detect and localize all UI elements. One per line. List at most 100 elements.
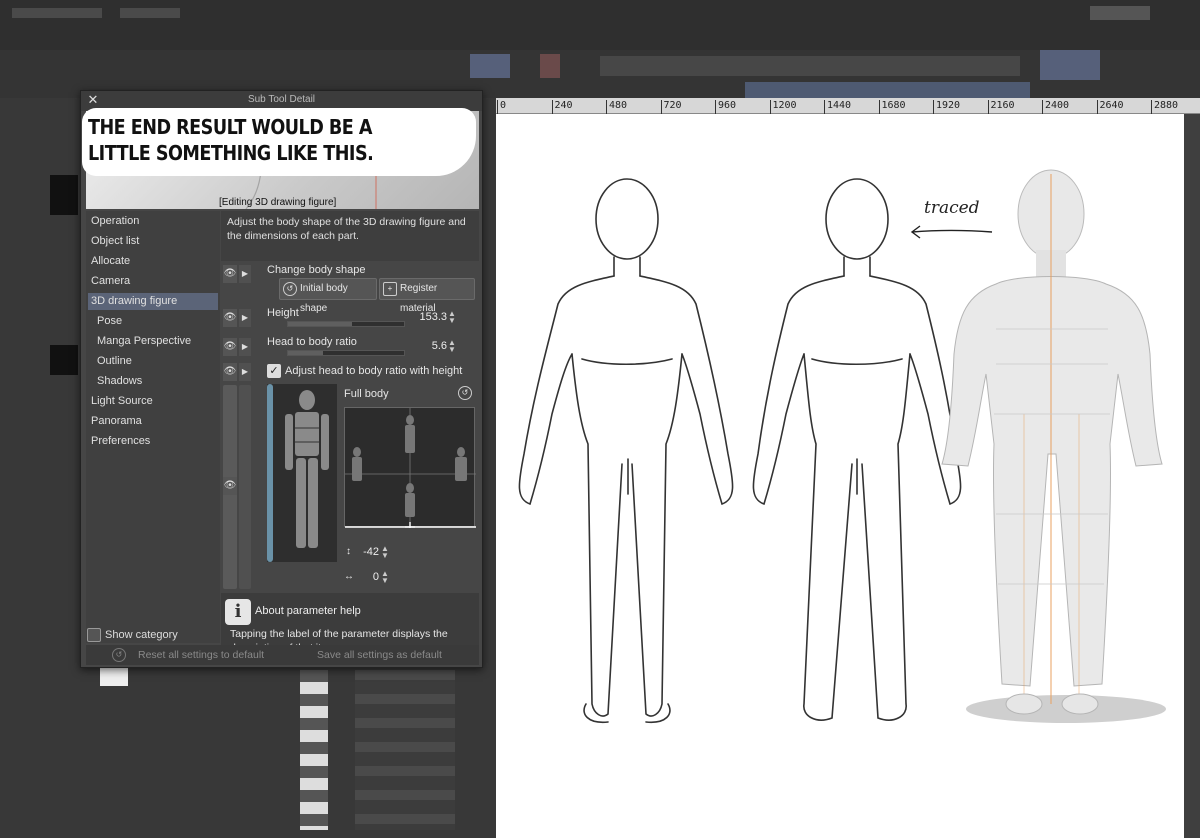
eye-icon[interactable]: 👁 — [223, 477, 237, 495]
layer-list-blur — [355, 670, 455, 830]
eye-icon[interactable]: 👁 — [223, 265, 237, 283]
view-grid[interactable] — [344, 407, 476, 532]
category-item[interactable]: Shadows — [88, 373, 218, 390]
reset-icon: ↺ — [283, 282, 297, 296]
show-category-label: Show category — [105, 629, 178, 641]
category-item[interactable]: Operation — [88, 213, 218, 230]
caption-text: THE END RESULT WOULD BE A LITTLE SOMETHI… — [88, 115, 374, 165]
parameter-help-panel: i About parameter help Tapping the label… — [221, 593, 479, 645]
layer-strip — [239, 385, 251, 589]
traced-annotation: traced — [924, 198, 980, 218]
category-item[interactable]: 3D drawing figure — [88, 293, 218, 310]
layer-thumb-blur — [50, 345, 78, 375]
help-body: Tapping the label of the parameter displ… — [230, 628, 448, 645]
checkbox-icon[interactable] — [87, 628, 101, 643]
ruler-tick: 480 — [606, 100, 627, 114]
initial-body-shape-button[interactable]: ↺ Initial body shape — [279, 278, 377, 314]
menu-bar — [0, 0, 1200, 50]
expand-arrow-icon[interactable]: ▶ — [239, 363, 251, 381]
horizontal-offset-icon: ↔ — [344, 571, 354, 582]
ruler-tick: 240 — [551, 100, 573, 114]
eye-icon[interactable]: 👁 — [223, 363, 237, 381]
help-title: About parameter help — [255, 605, 361, 617]
menu-item-blur — [12, 8, 102, 18]
tab-blur — [745, 82, 1030, 98]
info-icon: i — [225, 599, 251, 625]
category-item[interactable]: Pose — [88, 313, 218, 330]
register-icon: + — [383, 282, 397, 296]
head-ratio-value[interactable]: 5.6 — [411, 340, 447, 352]
vertical-offset-icon: ↕ — [346, 546, 351, 557]
ruler-tick: 2880 — [1151, 100, 1178, 114]
body-part-selector[interactable] — [267, 384, 337, 562]
drawing-canvas[interactable]: traced — [496, 114, 1184, 838]
expand-arrow-icon[interactable]: ▶ — [239, 309, 251, 327]
vertical-offset-value[interactable]: -42 — [357, 546, 379, 558]
save-settings-button[interactable]: Save all settings as default — [317, 645, 442, 665]
category-item[interactable]: Panorama — [88, 413, 218, 430]
eye-icon[interactable]: 👁 — [223, 309, 237, 327]
expand-arrow-icon[interactable]: ▶ — [239, 265, 251, 283]
ruler-tick: 960 — [715, 100, 736, 114]
sketch-figure-middle — [752, 178, 962, 721]
menu-item-blur — [120, 8, 180, 18]
adjust-ratio-label: Adjust head to body ratio with height — [285, 365, 463, 377]
change-body-shape-label: Change body shape — [267, 264, 366, 276]
show-category-toggle[interactable]: Show category — [87, 627, 178, 643]
category-item[interactable]: Manga Perspective — [88, 333, 218, 350]
toolbar-icon-blur — [540, 54, 560, 78]
height-slider[interactable] — [287, 321, 405, 327]
full-body-label: Full body — [344, 388, 389, 400]
ruler-tick: 2640 — [1096, 100, 1124, 114]
canvas-scrollbar[interactable] — [1184, 114, 1200, 838]
category-item[interactable]: Preferences — [88, 433, 218, 450]
ruler-tick: 0 — [497, 100, 506, 114]
dialog-footer: ↺ Reset all settings to default Save all… — [86, 645, 479, 665]
ruler-tick: 1200 — [769, 100, 797, 114]
eye-icon[interactable]: 👁 — [223, 338, 237, 356]
figure-scroll-bar[interactable] — [267, 384, 273, 562]
vertical-offset-spinner[interactable]: ▲ ▼ — [380, 545, 390, 560]
close-icon[interactable]: ✕ — [85, 91, 101, 109]
ruler-tick: 2400 — [1042, 100, 1069, 114]
category-item[interactable]: Camera — [88, 273, 218, 290]
3d-figure-render — [941, 169, 1166, 723]
height-spinner[interactable]: ▲ ▼ — [447, 310, 457, 325]
ruler-tick: 1920 — [933, 100, 960, 114]
head-ratio-label[interactable]: Head to body ratio — [267, 336, 357, 348]
category-list: Operation Object list Allocate Camera 3D dra… — [86, 211, 220, 643]
horizontal-ruler: 0 240 480 720 960 1200 1440 1680 1920 2160 2400 264… — [496, 98, 1200, 114]
register-material-button[interactable]: + Register material — [379, 278, 475, 314]
expand-arrow-icon[interactable]: ▶ — [239, 338, 251, 356]
layer-thumb-blur — [100, 668, 128, 686]
height-value[interactable]: 153.3 — [411, 311, 447, 323]
category-item[interactable]: Outline — [88, 353, 218, 370]
horizontal-offset-value[interactable]: 0 — [357, 571, 379, 583]
horizontal-offset-spinner[interactable]: ▲ ▼ — [380, 570, 390, 585]
category-item[interactable]: Allocate — [88, 253, 218, 270]
toolbar-icon-blur — [1040, 50, 1100, 80]
figure-sketches — [518, 169, 1166, 724]
traced-arrow — [910, 225, 993, 239]
category-item[interactable]: Light Source — [88, 393, 218, 410]
ruler-tick: 1440 — [824, 100, 851, 114]
ruler-tick: 2160 — [987, 100, 1015, 114]
height-label[interactable]: Height — [267, 307, 299, 319]
category-description: Adjust the body shape of the 3D drawing … — [221, 211, 479, 261]
status-blur — [1090, 6, 1150, 20]
head-ratio-spinner[interactable]: ▲ ▼ — [447, 339, 457, 354]
toolbar-icon-blur — [470, 54, 510, 78]
sketch-figure-left — [518, 178, 734, 724]
layer-thumb-blur — [50, 175, 78, 215]
ruler-tick: 1680 — [878, 100, 906, 114]
ruler-tick: 720 — [660, 100, 682, 114]
layer-list-blur — [300, 670, 328, 830]
sub-tool-detail-dialog: Sub Tool Detail ✕ [Editing 3D drawing fi… — [80, 90, 483, 668]
category-item[interactable]: Object list — [88, 233, 218, 250]
head-ratio-slider[interactable] — [287, 350, 405, 356]
body-silhouette — [285, 390, 329, 548]
reset-view-icon[interactable]: ↺ — [458, 386, 472, 400]
adjust-ratio-checkbox[interactable]: ✓ — [267, 364, 281, 378]
preview-caption: [Editing 3D drawing figure] — [219, 197, 337, 208]
reset-settings-button[interactable]: Reset all settings to default — [138, 645, 264, 665]
